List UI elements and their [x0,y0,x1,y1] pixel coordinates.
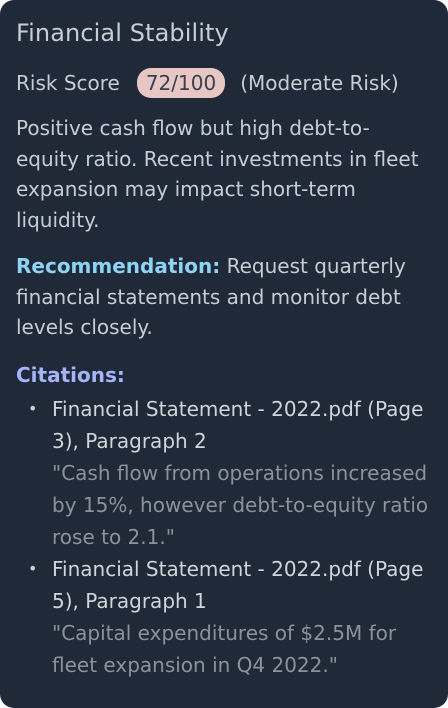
citation-item: • Financial Statement - 2022.pdf (Page 3… [16,393,432,553]
citations-list: • Financial Statement - 2022.pdf (Page 3… [16,393,432,681]
risk-level-text: (Moderate Risk) [240,71,399,95]
bullet-icon: • [28,558,38,578]
citation-quote: "Cash flow from operations increased by … [52,460,429,549]
citation-item: • Financial Statement - 2022.pdf (Page 5… [16,553,432,681]
risk-score-badge: 72/100 [136,68,226,98]
citation-source[interactable]: Financial Statement - 2022.pdf (Page 5),… [52,553,432,617]
risk-score-row: Risk Score 72/100 (Moderate Risk) [16,67,432,99]
card-title: Financial Stability [16,19,229,47]
summary-text: Positive cash flow but high debt-to-equi… [16,116,419,232]
citation-source[interactable]: Financial Statement - 2022.pdf (Page 3),… [52,393,432,457]
financial-stability-card: Financial Stability Risk Score 72/100 (M… [0,0,448,708]
citation-quote: "Capital expenditures of $2.5M for fleet… [52,620,397,677]
risk-score-label: Risk Score [16,71,120,95]
bullet-icon: • [28,398,38,418]
recommendation-label: Recommendation: [16,254,221,278]
recommendation: Recommendation: Request quarterly financ… [16,251,432,343]
citations-title: Citations: [16,362,125,387]
